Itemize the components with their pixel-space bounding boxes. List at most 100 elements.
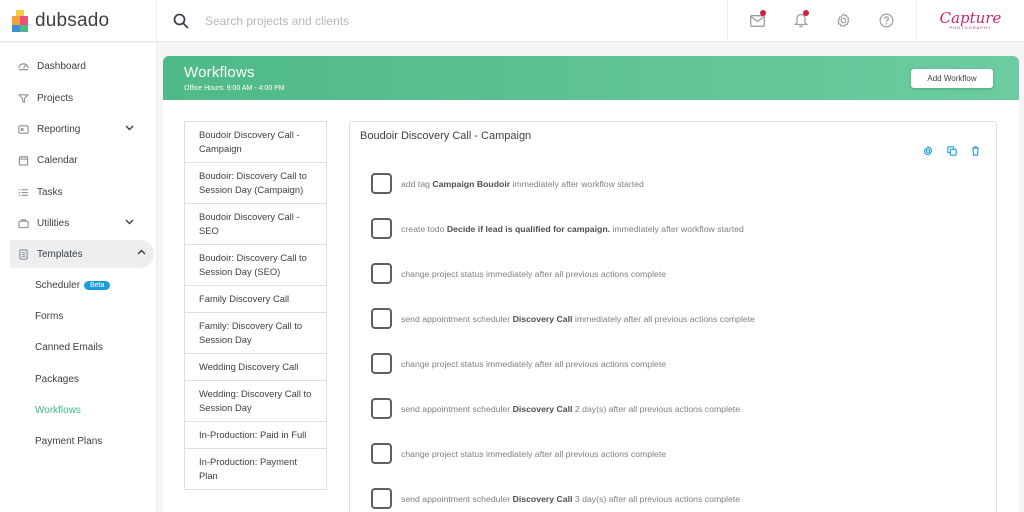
workflow-list-item[interactable]: Boudoir Discovery Call - Campaign bbox=[185, 122, 326, 163]
chevron-down-icon[interactable] bbox=[125, 125, 134, 131]
workflow-step: add tag Campaign Boudoir immediately aft… bbox=[371, 173, 644, 194]
gear-icon bbox=[837, 13, 850, 27]
sidebar-item-tasks[interactable]: Tasks bbox=[0, 177, 156, 208]
step-checkbox[interactable] bbox=[371, 443, 392, 464]
sidebar-item-label: Utilities bbox=[37, 218, 70, 230]
sidebar-item-label: Templates bbox=[37, 248, 83, 260]
help-icon bbox=[879, 13, 894, 28]
sidebar: Dashboard Projects Reporting Calendar Ta… bbox=[0, 43, 157, 512]
workflow-list-item[interactable]: Family Discovery Call bbox=[185, 286, 326, 313]
page-title: Workflows bbox=[184, 64, 255, 81]
beta-badge: Beta bbox=[84, 280, 111, 290]
chevron-up-icon[interactable] bbox=[137, 249, 146, 255]
step-text: send appointment scheduler Discovery Cal… bbox=[401, 493, 741, 504]
workflow-detail-title: Boudoir Discovery Call - Campaign bbox=[360, 130, 532, 142]
sidebar-subitem-workflows[interactable]: Workflows bbox=[0, 395, 156, 426]
workflow-detail: Boudoir Discovery Call - Campaign add ta… bbox=[349, 121, 997, 512]
top-bar: dubsado Capture PHOTOGRAPHY bbox=[0, 0, 1024, 42]
sidebar-item-templates[interactable]: Templates bbox=[10, 240, 154, 269]
sidebar-item-calendar[interactable]: Calendar bbox=[0, 145, 156, 176]
sidebar-subitem-label: Canned Emails bbox=[35, 342, 103, 354]
workflow-list-item[interactable]: Wedding: Discovery Call to Session Day bbox=[185, 381, 326, 422]
workflow-step: send appointment scheduler Discovery Cal… bbox=[371, 398, 740, 419]
bell-notification-dot bbox=[803, 9, 809, 16]
step-checkbox[interactable] bbox=[371, 218, 392, 239]
account-logo-sub: PHOTOGRAPHY bbox=[949, 25, 992, 30]
messages-button[interactable] bbox=[736, 0, 779, 42]
search-input[interactable] bbox=[205, 13, 605, 28]
workflow-step: change project status immediately after … bbox=[371, 443, 666, 464]
sidebar-item-projects[interactable]: Projects bbox=[0, 82, 156, 113]
sidebar-subitem-packages[interactable]: Packages bbox=[0, 364, 156, 395]
sidebar-subitem-label: Forms bbox=[35, 310, 64, 322]
sidebar-subitem-canned-emails[interactable]: Canned Emails bbox=[0, 332, 156, 363]
gear-icon[interactable] bbox=[923, 146, 933, 156]
dashboard-icon bbox=[18, 61, 29, 72]
step-text: send appointment scheduler Discovery Cal… bbox=[401, 403, 741, 414]
step-checkbox[interactable] bbox=[371, 353, 392, 374]
projects-icon bbox=[18, 93, 29, 104]
sidebar-item-label: Dashboard bbox=[37, 61, 86, 73]
workflow-list-item[interactable]: Boudoir Discovery Call - SEO bbox=[185, 204, 326, 245]
add-workflow-button[interactable]: Add Workflow bbox=[911, 69, 993, 88]
sidebar-subitem-scheduler[interactable]: Scheduler Beta bbox=[0, 269, 156, 300]
workflow-list-item[interactable]: Wedding Discovery Call bbox=[185, 354, 326, 381]
calendar-icon bbox=[18, 155, 29, 166]
workflow-list-item[interactable]: In-Production: Payment Plan bbox=[185, 449, 326, 489]
sidebar-item-dashboard[interactable]: Dashboard bbox=[0, 51, 156, 82]
dubsado-logo-icon bbox=[12, 9, 28, 32]
mail-icon bbox=[750, 14, 765, 27]
workflow-step: send appointment scheduler Discovery Cal… bbox=[371, 488, 740, 509]
sidebar-item-label: Projects bbox=[37, 92, 74, 104]
step-checkbox[interactable] bbox=[371, 398, 392, 419]
top-icons bbox=[727, 0, 916, 42]
search-icon[interactable] bbox=[173, 13, 189, 29]
step-text: create todo Decide if lead is qualified … bbox=[401, 223, 744, 234]
sidebar-item-utilities[interactable]: Utilities bbox=[0, 208, 156, 239]
workflows-header: Workflows Office Hours: 9:00 AM - 4:00 P… bbox=[163, 56, 1019, 100]
step-text: send appointment scheduler Discovery Cal… bbox=[401, 313, 755, 324]
workflow-step: change project status immediately after … bbox=[371, 263, 666, 284]
step-text: add tag Campaign Boudoir immediately aft… bbox=[401, 178, 644, 189]
utilities-icon bbox=[18, 218, 29, 229]
sidebar-subitem-label: Payment Plans bbox=[35, 436, 103, 448]
workflow-tools bbox=[923, 146, 980, 156]
workflow-list-item[interactable]: Boudoir: Discovery Call to Session Day (… bbox=[185, 163, 326, 204]
brand-name: dubsado bbox=[35, 9, 110, 31]
step-checkbox[interactable] bbox=[371, 263, 392, 284]
sidebar-subitem-forms[interactable]: Forms bbox=[0, 301, 156, 332]
sidebar-item-label: Calendar bbox=[37, 155, 78, 167]
sidebar-item-label: Tasks bbox=[37, 186, 63, 198]
reporting-icon bbox=[18, 124, 29, 135]
brand[interactable]: dubsado bbox=[0, 0, 157, 42]
workflow-step: send appointment scheduler Discovery Cal… bbox=[371, 308, 755, 329]
account-switcher[interactable]: Capture PHOTOGRAPHY bbox=[916, 0, 1024, 42]
workflow-list: Boudoir Discovery Call - Campaign Boudoi… bbox=[184, 121, 327, 490]
notifications-button[interactable] bbox=[779, 0, 822, 42]
sidebar-item-reporting[interactable]: Reporting bbox=[0, 114, 156, 145]
settings-button[interactable] bbox=[822, 0, 865, 42]
sidebar-subitem-label: Scheduler bbox=[35, 279, 81, 291]
search-bar bbox=[157, 0, 727, 42]
trash-icon[interactable] bbox=[971, 146, 980, 156]
step-checkbox[interactable] bbox=[371, 308, 392, 329]
workflows-content: Boudoir Discovery Call - Campaign Boudoi… bbox=[163, 100, 1019, 512]
step-text: change project status immediately after … bbox=[401, 268, 667, 279]
help-button[interactable] bbox=[865, 0, 908, 42]
tasks-icon bbox=[18, 187, 29, 198]
workflow-list-item[interactable]: Family: Discovery Call to Session Day bbox=[185, 313, 326, 354]
workflow-step: change project status immediately after … bbox=[371, 353, 666, 374]
step-text: change project status immediately after … bbox=[401, 358, 667, 369]
workflow-list-item[interactable]: Boudoir: Discovery Call to Session Day (… bbox=[185, 245, 326, 286]
step-checkbox[interactable] bbox=[371, 488, 392, 509]
sidebar-subitem-label: Packages bbox=[35, 373, 79, 385]
sidebar-subitem-payment-plans[interactable]: Payment Plans bbox=[0, 426, 156, 457]
copy-icon[interactable] bbox=[947, 146, 957, 156]
workflow-list-item[interactable]: In-Production: Paid in Full bbox=[185, 422, 326, 449]
step-text: change project status immediately after … bbox=[401, 448, 667, 459]
chevron-down-icon[interactable] bbox=[125, 219, 134, 225]
templates-icon bbox=[18, 249, 29, 260]
workflow-step: create todo Decide if lead is qualified … bbox=[371, 218, 744, 239]
step-checkbox[interactable] bbox=[371, 173, 392, 194]
sidebar-item-label: Reporting bbox=[37, 123, 81, 135]
